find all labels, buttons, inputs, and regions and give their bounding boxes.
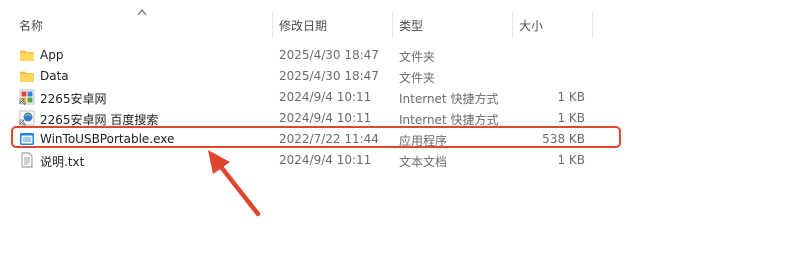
highlight-box	[11, 126, 621, 148]
file-size: 1 KB	[557, 111, 585, 125]
file-row-data[interactable]: Data 2025/4/30 18:47 文件夹	[0, 66, 612, 87]
column-divider[interactable]	[272, 12, 273, 38]
file-name: Data	[40, 69, 69, 83]
text-file-icon	[21, 152, 33, 168]
sort-ascending-icon[interactable]	[137, 8, 147, 16]
column-divider[interactable]	[512, 12, 513, 38]
file-size: 1 KB	[557, 153, 585, 167]
folder-icon	[20, 50, 34, 61]
file-row-readme[interactable]: 说明.txt 2024/9/4 10:11 文本文档 1 KB	[0, 150, 612, 171]
file-date: 2024/9/4 10:11	[279, 111, 372, 125]
column-header-bar: 名称 修改日期 类型 大小	[0, 0, 812, 42]
file-type: Internet 快捷方式	[399, 92, 499, 106]
file-date: 2025/4/30 18:47	[279, 69, 379, 83]
column-header-type[interactable]: 类型	[399, 17, 423, 34]
file-type: 文本文档	[399, 155, 448, 169]
file-date: 2024/9/4 10:11	[279, 153, 372, 167]
file-type: 文件夹	[399, 50, 436, 64]
folder-icon	[20, 71, 34, 82]
file-row-shortcut[interactable]: 2265安卓网 2024/9/4 10:11 Internet 快捷方式 1 K…	[0, 87, 612, 108]
column-divider[interactable]	[592, 12, 593, 38]
file-name: App	[40, 48, 64, 62]
file-name: 说明.txt	[40, 155, 85, 169]
internet-shortcut-icon	[19, 110, 35, 126]
column-header-size[interactable]: 大小	[519, 17, 543, 34]
file-size: 1 KB	[557, 90, 585, 104]
column-header-date[interactable]: 修改日期	[279, 17, 327, 34]
file-type: 文件夹	[399, 71, 436, 85]
column-header-name[interactable]: 名称	[19, 17, 43, 34]
internet-shortcut-icon	[19, 89, 35, 105]
file-name: 2265安卓网	[40, 92, 107, 106]
column-divider[interactable]	[392, 12, 393, 38]
file-date: 2025/4/30 18:47	[279, 48, 379, 62]
file-date: 2024/9/4 10:11	[279, 90, 372, 104]
file-row-app[interactable]: App 2025/4/30 18:47 文件夹	[0, 45, 612, 66]
